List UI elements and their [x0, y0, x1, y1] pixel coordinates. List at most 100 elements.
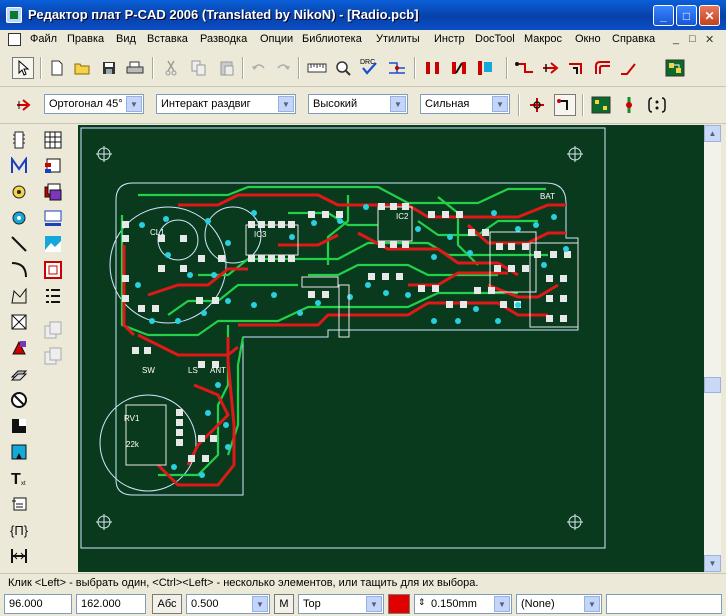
cut-icon[interactable] — [160, 57, 182, 79]
app-icon[interactable] — [6, 7, 22, 23]
place-cutout-icon[interactable] — [8, 415, 30, 437]
bracket-route-icon[interactable] — [646, 94, 668, 116]
new-file-icon[interactable] — [46, 57, 68, 79]
route-pad-icon[interactable] — [422, 57, 444, 79]
route-highlight-icon[interactable] — [474, 57, 496, 79]
absolute-toggle-button[interactable]: Абс — [152, 594, 182, 614]
chevron-down-icon[interactable]: ▼ — [126, 96, 142, 112]
place-text-icon[interactable]: Txt — [8, 467, 30, 489]
menu-route[interactable]: Разводка — [200, 33, 247, 45]
board-check-icon[interactable] — [590, 94, 612, 116]
menu-macro[interactable]: Макрос — [524, 33, 562, 45]
chevron-down-icon[interactable]: ▼ — [252, 596, 268, 612]
paste-icon[interactable] — [216, 57, 238, 79]
title-bar[interactable]: Редактор плат P-CAD 2006 (Translated by … — [0, 0, 726, 30]
layer-list-icon[interactable] — [42, 155, 64, 177]
menu-window[interactable]: Окно — [575, 33, 601, 45]
undo-icon[interactable] — [248, 57, 270, 79]
menu-view[interactable]: Вид — [116, 33, 136, 45]
place-line-icon[interactable] — [8, 233, 30, 255]
list-icon[interactable] — [42, 285, 64, 307]
crossing-icon[interactable] — [526, 94, 548, 116]
pcb-drawing[interactable]: CL1 IC2 IC3 RV1 BAT LS ANT SW 22k — [78, 125, 704, 572]
y-coordinate-field[interactable]: 162.000 — [76, 594, 146, 614]
level-select[interactable]: Высокий ▼ — [308, 94, 408, 114]
route-bend-icon[interactable] — [514, 57, 536, 79]
place-keepout-icon[interactable] — [8, 311, 30, 333]
board-outline-icon[interactable] — [42, 259, 64, 281]
route-diagonal-icon[interactable] — [618, 57, 640, 79]
place-point-icon[interactable] — [8, 441, 30, 463]
delete-icon[interactable] — [8, 389, 30, 411]
document-icon[interactable] — [8, 33, 21, 46]
route-mode-select[interactable]: Ортогонал 45° ▼ — [44, 94, 144, 114]
place-attribute-icon[interactable] — [8, 493, 30, 515]
net-select[interactable]: (None) ▼ — [516, 594, 602, 614]
ruler-icon[interactable] — [306, 57, 328, 79]
place-connection-icon[interactable] — [8, 155, 30, 177]
layer-select[interactable]: Top ▼ — [298, 594, 384, 614]
board-icon[interactable] — [664, 57, 686, 79]
vertical-scrollbar[interactable]: ▲ ▼ — [704, 125, 721, 572]
menu-file[interactable]: Файл — [30, 33, 57, 45]
line-width-select[interactable]: 0.150mm ⇕ ▼ — [414, 594, 512, 614]
via-icon[interactable] — [618, 94, 640, 116]
scroll-thumb[interactable] — [704, 377, 721, 393]
place-copper-pour-icon[interactable] — [8, 337, 30, 359]
print-icon[interactable] — [124, 57, 146, 79]
pcb-workspace[interactable]: CL1 IC2 IC3 RV1 BAT LS ANT SW 22k — [78, 125, 704, 572]
mdi-close-button[interactable]: ✕ — [705, 33, 714, 46]
drc-icon[interactable]: DRC — [358, 55, 380, 77]
scroll-up-icon[interactable]: ▲ — [704, 125, 721, 142]
x-coordinate-field[interactable]: 96.000 — [4, 594, 72, 614]
open-folder-icon[interactable] — [72, 57, 94, 79]
place-dimension-icon[interactable] — [8, 545, 30, 567]
strength-select[interactable]: Сильная ▼ — [420, 94, 510, 114]
chevron-down-icon[interactable]: ▼ — [492, 96, 508, 112]
place-plane-icon[interactable] — [8, 363, 30, 385]
layer-color-swatch[interactable] — [388, 594, 410, 614]
menu-library[interactable]: Библиотека — [302, 33, 362, 45]
chevron-down-icon[interactable]: ▼ — [366, 596, 382, 612]
metric-toggle-button[interactable]: M — [274, 594, 294, 614]
menu-tools[interactable]: Инстр — [434, 33, 465, 45]
menu-insert[interactable]: Вставка — [147, 33, 188, 45]
place-component-icon[interactable] — [8, 129, 30, 151]
layers-stack-icon[interactable] — [42, 181, 64, 203]
route-mode-icon[interactable] — [14, 94, 36, 116]
width-spin-icon[interactable]: ⇕ — [418, 597, 426, 608]
menu-options[interactable]: Опции — [260, 33, 293, 45]
select-arrow-icon[interactable] — [12, 57, 34, 79]
corner-route-icon[interactable] — [554, 94, 576, 116]
route-manual-icon[interactable] — [448, 57, 470, 79]
mdi-minimize-button[interactable]: _ — [673, 33, 679, 45]
place-polygon-icon[interactable] — [8, 285, 30, 307]
copy-icon[interactable] — [188, 57, 210, 79]
save-icon[interactable] — [98, 57, 120, 79]
redo-icon[interactable] — [272, 57, 294, 79]
scroll-down-icon[interactable]: ▼ — [704, 555, 721, 572]
place-field-icon[interactable]: {Π} — [8, 519, 30, 541]
place-pad-icon[interactable] — [8, 181, 30, 203]
table-icon[interactable] — [42, 129, 64, 151]
close-button[interactable]: ✕ — [699, 5, 720, 26]
netlist-icon[interactable] — [386, 57, 408, 79]
grid-select[interactable]: 0.500 ▼ — [186, 594, 270, 614]
chevron-down-icon[interactable]: ▼ — [494, 596, 510, 612]
layer-view-icon[interactable] — [42, 207, 64, 229]
place-via-icon[interactable] — [8, 207, 30, 229]
mdi-restore-button[interactable]: □ — [689, 33, 696, 45]
minimize-button[interactable]: _ — [653, 5, 674, 26]
image-icon[interactable] — [42, 233, 64, 255]
interactive-mode-select[interactable]: Интеракт раздвиг ▼ — [156, 94, 296, 114]
menu-help[interactable]: Справка — [612, 33, 655, 45]
menu-edit[interactable]: Правка — [67, 33, 104, 45]
zoom-icon[interactable] — [332, 57, 354, 79]
chevron-down-icon[interactable]: ▼ — [278, 96, 294, 112]
route-curve-icon[interactable] — [592, 57, 614, 79]
menu-utils[interactable]: Утилиты — [376, 33, 420, 45]
maximize-button[interactable]: □ — [676, 5, 697, 26]
menu-doctool[interactable]: DocTool — [475, 33, 515, 45]
chevron-down-icon[interactable]: ▼ — [584, 596, 600, 612]
place-arc-icon[interactable] — [8, 259, 30, 281]
